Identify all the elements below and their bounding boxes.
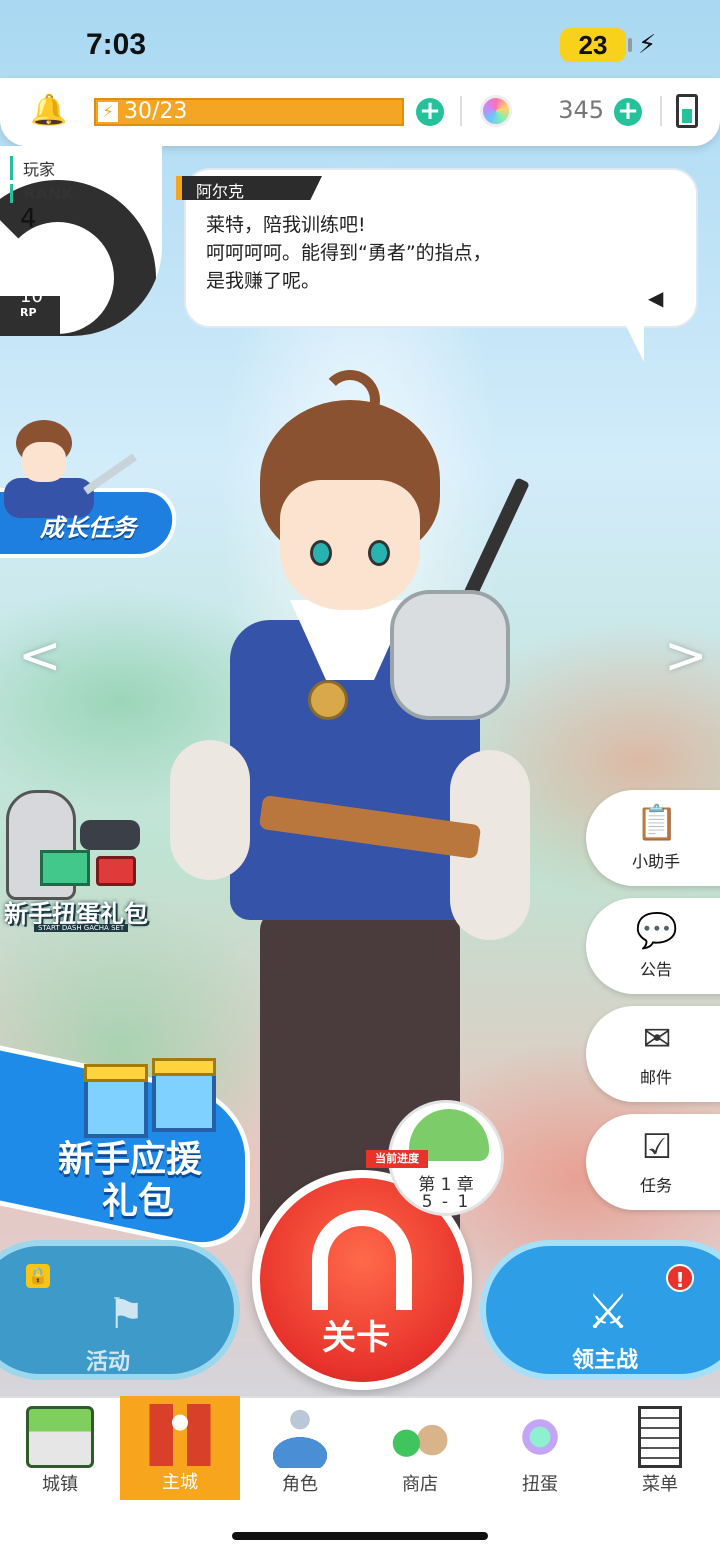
- gift-bow: [152, 1058, 216, 1076]
- town-icon: [26, 1406, 94, 1468]
- progress-stage: 5 - 1: [421, 1192, 471, 1212]
- battery-tip: [628, 38, 632, 52]
- current-progress-tag: 当前进度: [366, 1150, 428, 1168]
- add-stamina-button[interactable]: +: [416, 98, 444, 126]
- stamina-bolt-icon: ⚡: [98, 102, 118, 122]
- hero-ahoge: [320, 370, 380, 430]
- add-gems-button[interactable]: +: [614, 98, 642, 126]
- tab-menu[interactable]: 菜单: [600, 1398, 720, 1502]
- assistant-clipboard-icon: 📋: [635, 803, 679, 843]
- growth-tasks-label[interactable]: 成长任务: [40, 508, 136, 543]
- rank-panel[interactable]: 玩家 RANK 4 NEXT 10 RP: [0, 146, 162, 336]
- mail-envelope-icon: ✉: [642, 1019, 672, 1059]
- dialog-line: 呵呵呵呵。能得到“勇者”的指点，: [206, 242, 492, 264]
- announcement-chat-icon: 💬: [635, 911, 679, 951]
- speaker-voice-icon[interactable]: ◀: [648, 286, 663, 310]
- bell-icon[interactable]: 🔔: [30, 94, 67, 128]
- gacha-pack-chest: [40, 850, 90, 886]
- rank-label: RANK: [10, 184, 74, 203]
- side-button-label: 任务: [639, 1176, 672, 1195]
- gacha-icon: [506, 1406, 574, 1468]
- stamina-bar: ⚡ 30/23: [94, 98, 404, 126]
- stage-gate-icon: [312, 1210, 412, 1310]
- rank-value: 4: [20, 204, 37, 234]
- gift-box-icon: [84, 1076, 148, 1138]
- bottom-safe-area: [0, 1500, 720, 1558]
- next-unit: RP: [20, 306, 37, 319]
- side-button-label: 公告: [639, 960, 672, 979]
- stamina-value: 30/23: [124, 99, 188, 124]
- hero-eye-left: [310, 540, 332, 566]
- side-button-label: 小助手: [631, 852, 680, 871]
- dialog-bubble-tail: [622, 318, 644, 362]
- mail-button[interactable]: ✉ 邮件: [586, 1006, 720, 1102]
- hero-arm-left: [170, 740, 250, 880]
- hero-eye-right: [368, 540, 390, 566]
- bottom-tab-bar: 城镇 主城 角色 商店 扭蛋 菜单: [0, 1396, 720, 1502]
- prev-character-arrow[interactable]: <: [18, 626, 62, 686]
- gift-bow: [84, 1064, 148, 1082]
- tasks-button[interactable]: ☑ 任务: [586, 1114, 720, 1210]
- divider: [660, 96, 662, 126]
- starter-gacha-pack[interactable]: 新手扭蛋礼包 START DASH GACHA SET: [0, 790, 176, 940]
- task-checkbox-icon: ☑: [641, 1127, 673, 1167]
- speaker-name: 阿尔克: [196, 182, 245, 201]
- tab-label: 菜单: [642, 1474, 678, 1495]
- tab-label: 商店: [402, 1474, 438, 1495]
- gacha-pack-cannon: [80, 820, 140, 850]
- alert-badge-icon: !: [666, 1264, 694, 1292]
- gem-count: 345: [558, 96, 604, 124]
- flag-icon: ⚑: [107, 1289, 145, 1338]
- main-city-icon: [146, 1404, 214, 1466]
- crossed-swords-icon: ⚔: [586, 1284, 630, 1340]
- dialog-line: 莱特，陪我训练吧!: [206, 214, 366, 236]
- gacha-pack-ticket: [96, 856, 136, 886]
- charging-bolt-icon: ⚡: [638, 30, 657, 60]
- menu-icon: [638, 1406, 682, 1468]
- portrait-face: [22, 442, 66, 482]
- lock-icon: 🔒: [26, 1264, 50, 1288]
- next-value: 10: [20, 286, 43, 307]
- next-character-arrow[interactable]: >: [664, 626, 708, 686]
- character-icon: [266, 1406, 334, 1468]
- tab-label: 角色: [282, 1474, 318, 1495]
- hero-pauldron: [390, 590, 510, 720]
- tab-town[interactable]: 城镇: [0, 1398, 120, 1502]
- battery-level: 23: [560, 28, 626, 62]
- gift-box-icon: [152, 1070, 216, 1132]
- player-label: 玩家: [10, 156, 55, 180]
- home-indicator[interactable]: [232, 1532, 488, 1540]
- next-label: NEXT: [20, 270, 59, 285]
- hero-brooch: [308, 680, 348, 720]
- shop-icon: [386, 1406, 454, 1468]
- tab-gacha[interactable]: 扭蛋: [480, 1398, 600, 1502]
- tab-label: 城镇: [42, 1474, 78, 1495]
- divider: [460, 96, 462, 126]
- events-label: 活动: [86, 1350, 131, 1375]
- gem-icon: [480, 95, 512, 127]
- starter-support-pack[interactable]: 新手应援 礼包: [0, 1040, 256, 1259]
- announcement-button[interactable]: 💬 公告: [586, 898, 720, 994]
- tab-character[interactable]: 角色: [240, 1398, 360, 1502]
- tab-label: 主城: [162, 1472, 198, 1493]
- hero-face: [280, 480, 420, 610]
- status-time: 7:03: [86, 28, 147, 61]
- side-button-label: 邮件: [639, 1068, 672, 1087]
- dialog-line: 是我赚了呢。: [206, 270, 321, 292]
- boss-battle-label: 领主战: [572, 1348, 639, 1373]
- tab-main-city[interactable]: 主城: [120, 1396, 240, 1502]
- assistant-button[interactable]: 📋 小助手: [586, 790, 720, 886]
- speaker-tag-accent: [176, 176, 182, 200]
- starter-gacha-sublabel: START DASH GACHA SET: [34, 924, 129, 932]
- resource-bar: 🔔 ⚡ 30/23 + 345 +: [0, 78, 720, 146]
- starter-support-label-2: 礼包: [102, 1181, 175, 1222]
- tab-label: 扭蛋: [522, 1474, 558, 1495]
- tab-shop[interactable]: 商店: [360, 1398, 480, 1502]
- energy-battery-icon[interactable]: [676, 94, 698, 128]
- stage-label: 关卡: [322, 1318, 390, 1358]
- growth-tasks-portrait: [4, 420, 94, 520]
